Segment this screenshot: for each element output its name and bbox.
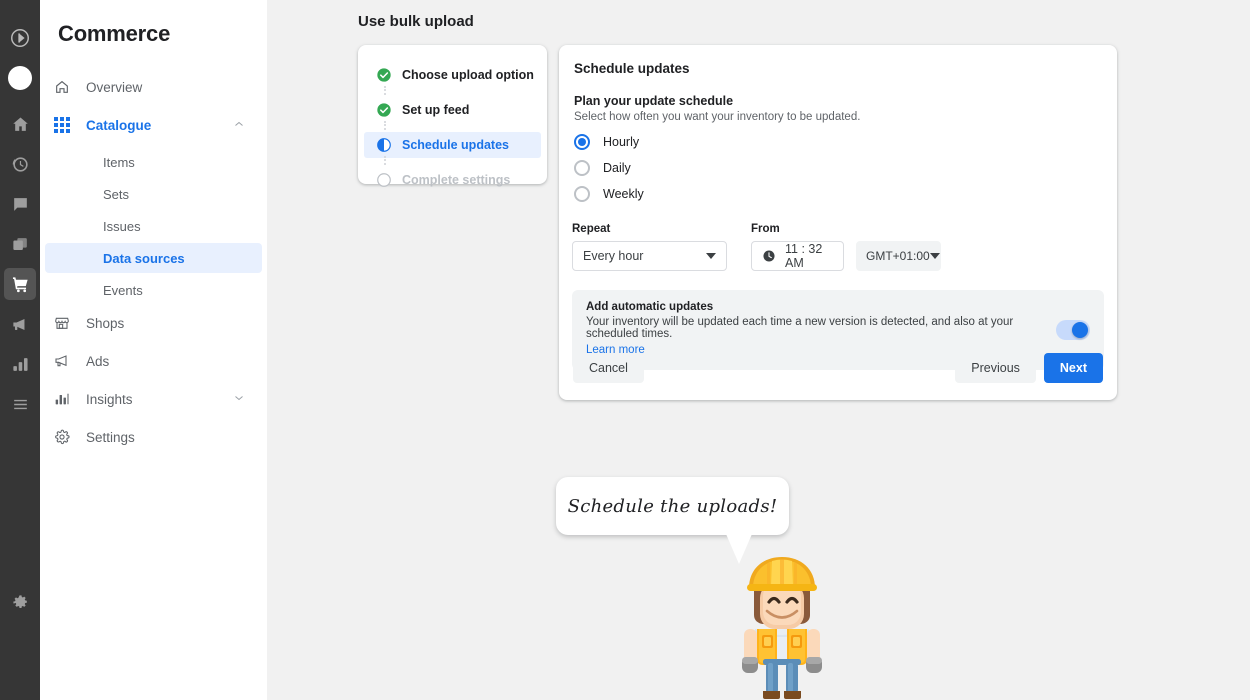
callout-bubble: Schedule the uploads! <box>556 477 789 564</box>
account-avatar[interactable] <box>8 66 32 90</box>
step-label: Set up feed <box>402 103 470 117</box>
chevron-up-icon[interactable] <box>233 118 245 133</box>
radio-option-hourly[interactable]: Hourly <box>574 129 1117 155</box>
sidebar-subitem-label: Issues <box>103 218 141 234</box>
page-title: Use bulk upload <box>358 13 474 30</box>
card-actions: Cancel Previous Next <box>559 336 1117 400</box>
radio-option-daily[interactable]: Daily <box>574 155 1117 181</box>
workspace-logo-icon[interactable] <box>0 18 40 58</box>
construction-worker-mascot <box>727 553 837 700</box>
page-title-brand: Commerce <box>58 21 171 46</box>
gear-outline-icon <box>54 429 76 445</box>
sidebar-item-label: Ads <box>86 353 110 369</box>
sidebar-item-ads[interactable]: Ads <box>40 345 267 377</box>
sidebar-subitem-sets[interactable]: Sets <box>40 179 267 209</box>
pages-icon[interactable] <box>0 224 40 264</box>
chevron-down-icon[interactable] <box>233 392 245 407</box>
commerce-cart-icon[interactable] <box>4 268 36 300</box>
step-label: Complete settings <box>402 173 511 187</box>
repeat-label: Repeat <box>572 223 611 235</box>
step-label: Choose upload option <box>402 68 534 82</box>
sidebar-subitem-label: Sets <box>103 186 130 202</box>
radio-label: Daily <box>603 161 631 175</box>
sidebar-subitem-label: Events <box>103 282 143 298</box>
sidebar-item-label: Catalogue <box>86 117 152 133</box>
chevron-down-icon <box>706 253 716 259</box>
from-field-group: From 11 : 32 AM GMT+01:00 <box>751 223 941 271</box>
schedule-updates-card: Schedule updates Plan your update schedu… <box>559 45 1117 400</box>
analytics-bars-icon[interactable] <box>0 344 40 384</box>
clock-history-icon[interactable] <box>0 144 40 184</box>
app-root: Commerce Overview Catalogue Items Sets I… <box>0 0 1250 700</box>
repeat-select[interactable]: Every hour <box>572 241 727 271</box>
step-set-up-feed[interactable]: Set up feed <box>358 97 547 130</box>
hamburger-menu-icon[interactable] <box>0 384 40 424</box>
step-schedule-updates[interactable]: Schedule updates <box>364 132 541 165</box>
sidebar-subitem-events[interactable]: Events <box>40 275 267 305</box>
next-button[interactable]: Next <box>1043 353 1103 383</box>
check-circle-icon <box>376 102 392 118</box>
megaphone-outline-icon <box>54 353 76 369</box>
section-subtext: Select how often you want your inventory… <box>574 111 861 123</box>
time-input[interactable]: 11 : 32 AM <box>751 241 844 271</box>
radio-indicator <box>574 134 590 150</box>
step-choose-upload-option[interactable]: Choose upload option <box>358 62 547 95</box>
radio-option-weekly[interactable]: Weekly <box>574 181 1117 207</box>
megaphone-icon[interactable] <box>0 304 40 344</box>
clock-icon <box>762 249 776 263</box>
sidebar-item-settings[interactable]: Settings <box>40 421 267 453</box>
home-outline-icon <box>54 79 76 95</box>
radio-label: Weekly <box>603 187 644 201</box>
global-icon-rail <box>0 0 40 700</box>
time-value: 11 : 32 AM <box>785 242 823 270</box>
sidebar-subitem-label: Items <box>103 154 135 170</box>
previous-button[interactable]: Previous <box>955 353 1036 383</box>
half-circle-icon <box>376 137 392 153</box>
callout-text: Schedule the uploads! <box>567 495 778 517</box>
radio-label: Hourly <box>603 135 640 149</box>
gear-icon[interactable] <box>0 582 40 622</box>
sidebar-subitem-data-sources[interactable]: Data sources <box>45 243 262 273</box>
wizard-stepper: Choose upload option Set up feed Schedul… <box>358 45 547 187</box>
section-heading: Plan your update schedule <box>574 94 734 108</box>
home-icon[interactable] <box>0 104 40 144</box>
messages-icon[interactable] <box>0 184 40 224</box>
cancel-button[interactable]: Cancel <box>573 353 644 383</box>
auto-updates-title: Add automatic updates <box>586 301 714 313</box>
repeat-field-group: Repeat Every hour <box>572 223 727 271</box>
main-content: Use bulk upload Choose upload option Set… <box>267 0 1250 700</box>
sidebar-subitem-issues[interactable]: Issues <box>40 211 267 241</box>
repeat-selected-value: Every hour <box>583 249 644 263</box>
sidebar-item-label: Shops <box>86 315 125 331</box>
card-title: Schedule updates <box>574 61 690 76</box>
sidebar-item-catalogue[interactable]: Catalogue <box>40 109 267 141</box>
schedule-fields-row: Repeat Every hour From 11: 32 AM GMT+01… <box>559 207 1117 271</box>
sidebar-item-shops[interactable]: Shops <box>40 307 267 339</box>
step-complete-settings[interactable]: Complete settings <box>358 167 547 193</box>
timezone-value: GMT+01:00 <box>866 249 930 263</box>
sidebar-item-insights[interactable]: Insights <box>40 383 267 415</box>
sidebar-item-label: Settings <box>86 429 135 445</box>
timezone-select[interactable]: GMT+01:00 <box>856 241 941 271</box>
sidebar-subitem-label: Data sources <box>103 250 185 266</box>
product-sidebar: Commerce Overview Catalogue Items Sets I… <box>40 0 267 700</box>
empty-circle-icon <box>376 172 392 188</box>
sidebar-subitem-items[interactable]: Items <box>40 147 267 177</box>
sidebar-item-overview[interactable]: Overview <box>40 71 267 103</box>
chevron-down-icon <box>929 253 940 259</box>
sidebar-item-label: Overview <box>86 79 143 95</box>
grid-icon <box>54 117 76 133</box>
radio-indicator <box>574 160 590 176</box>
bar-chart-icon <box>54 391 76 407</box>
frequency-radio-group: Hourly Daily Weekly <box>559 123 1117 207</box>
radio-indicator <box>574 186 590 202</box>
store-icon <box>54 315 76 331</box>
sidebar-item-label: Insights <box>86 391 133 407</box>
step-label: Schedule updates <box>402 138 509 152</box>
from-label: From <box>751 223 780 235</box>
sidebar-nav: Overview Catalogue Items Sets Issues Dat… <box>40 71 267 453</box>
check-circle-icon <box>376 67 392 83</box>
